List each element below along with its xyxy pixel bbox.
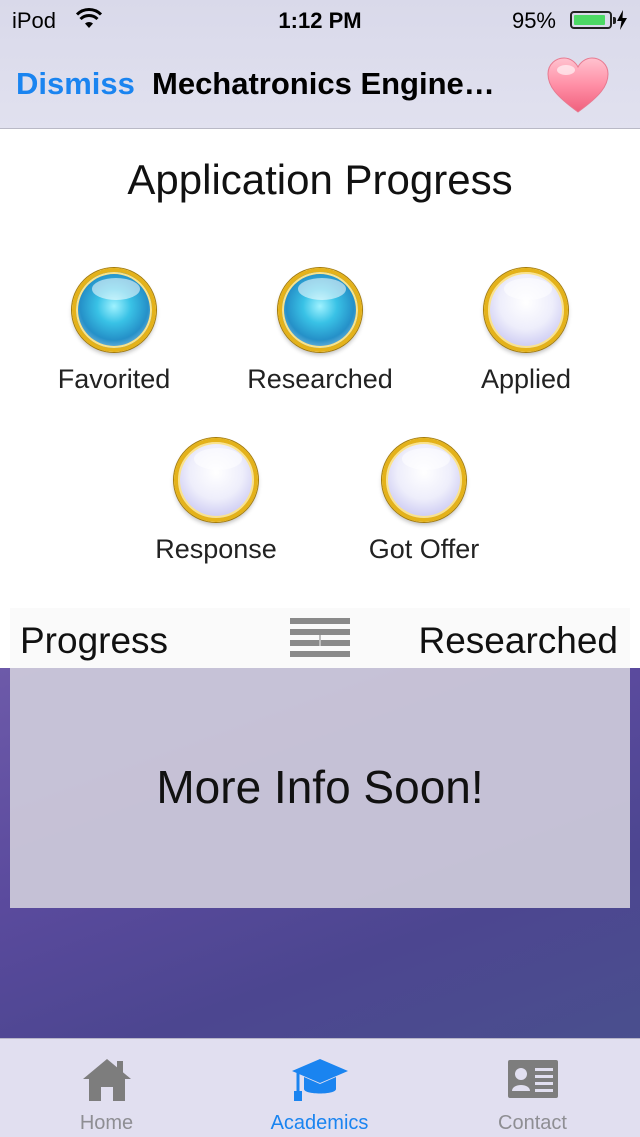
tab-bar: Home Academics Contact [0,1038,640,1137]
orb-icon [72,268,156,352]
dismiss-button[interactable]: Dismiss [16,66,135,102]
stage-got-offer[interactable]: Got Offer [334,438,514,565]
orb-icon [484,268,568,352]
heart-icon[interactable] [546,56,610,114]
progress-strip: Progress Researched [10,608,630,668]
orb-icon [382,438,466,522]
stage-response[interactable]: Response [126,438,306,565]
battery-percent: 95% [511,8,556,33]
status-bar: iPod 1:12 PM 95% [0,0,640,40]
stage-label: Favorited [57,364,171,394]
menu-icon[interactable] [290,618,350,658]
stage-favorited[interactable]: Favorited [24,268,204,395]
charging-bolt-icon [617,10,627,30]
orb-icon [174,438,258,522]
home-icon [82,1059,131,1101]
contact-card-icon [507,1060,558,1098]
stage-researched[interactable]: Researched [230,268,410,395]
info-panel: More Info Soon! [10,668,630,908]
info-message: More Info Soon! [156,761,484,813]
current-stage-value: Researched [418,620,618,661]
stage-label: Applied [480,364,572,394]
page-title: Mechatronics Engine… [152,66,495,101]
section-title: Application Progress [127,156,513,203]
tab-home[interactable]: Home [0,1039,213,1137]
stage-label: Response [155,534,277,564]
stage-label: Researched [247,364,393,394]
graduation-cap-icon [291,1059,348,1101]
tab-contact[interactable]: Contact [426,1039,639,1137]
stage-label: Got Offer [368,534,480,564]
tab-label: Home [79,1112,134,1134]
tab-academics[interactable]: Academics [213,1039,426,1137]
top-bar: iPod 1:12 PM 95% Dismiss Mechatronics En… [0,0,640,129]
stage-applied[interactable]: Applied [436,268,616,395]
battery-icon [570,11,616,29]
tab-label: Contact [498,1112,567,1134]
tab-label: Academics [270,1112,369,1134]
orb-icon [278,268,362,352]
progress-label: Progress [20,620,169,661]
